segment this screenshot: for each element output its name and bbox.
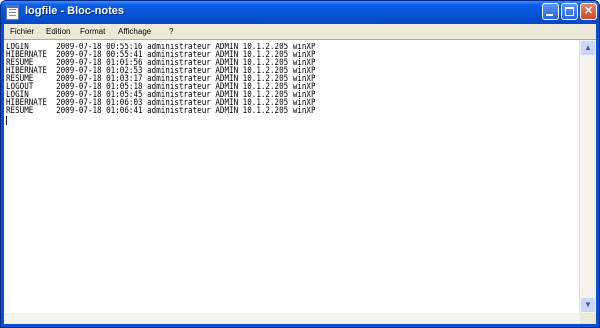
menu-edition[interactable]: Edition	[46, 27, 70, 36]
log-line: RESUME 2009-07-18 01:06:41 administrateu…	[6, 106, 316, 116]
maximize-icon	[565, 7, 574, 16]
title-bar[interactable]: logfile - Bloc-notes ✕	[1, 1, 599, 24]
close-button[interactable]: ✕	[580, 3, 597, 20]
notepad-window: logfile - Bloc-notes ✕ Fichier Edition F…	[0, 0, 600, 328]
scroll-down-button[interactable]: ▼	[581, 298, 595, 312]
resize-grip[interactable]	[580, 313, 596, 324]
window-title: logfile - Bloc-notes	[25, 5, 124, 17]
minimize-icon	[546, 14, 553, 16]
menu-format[interactable]: Format	[80, 27, 105, 36]
text-caret	[6, 116, 7, 125]
close-icon: ✕	[583, 5, 594, 17]
menu-affichage[interactable]: Affichage	[118, 27, 151, 36]
vertical-scrollbar[interactable]: ▲ ▼	[579, 40, 596, 324]
notepad-app-icon[interactable]	[6, 5, 19, 20]
bottom-edge	[4, 313, 580, 324]
maximize-button[interactable]	[561, 3, 578, 20]
text-editor[interactable]: LOGIN 2009-07-18 00:55:16 administrateur…	[4, 39, 596, 324]
arrow-down-icon: ▼	[584, 300, 592, 309]
arrow-up-icon: ▲	[584, 43, 592, 52]
scroll-up-button[interactable]: ▲	[581, 41, 595, 55]
minimize-button[interactable]	[542, 3, 559, 20]
text-content[interactable]: LOGIN 2009-07-18 00:55:16 administrateur…	[6, 43, 576, 312]
menu-fichier[interactable]: Fichier	[10, 27, 34, 36]
menu-bar: Fichier Edition Format Affichage ?	[4, 24, 596, 39]
menu-help[interactable]: ?	[169, 27, 173, 36]
